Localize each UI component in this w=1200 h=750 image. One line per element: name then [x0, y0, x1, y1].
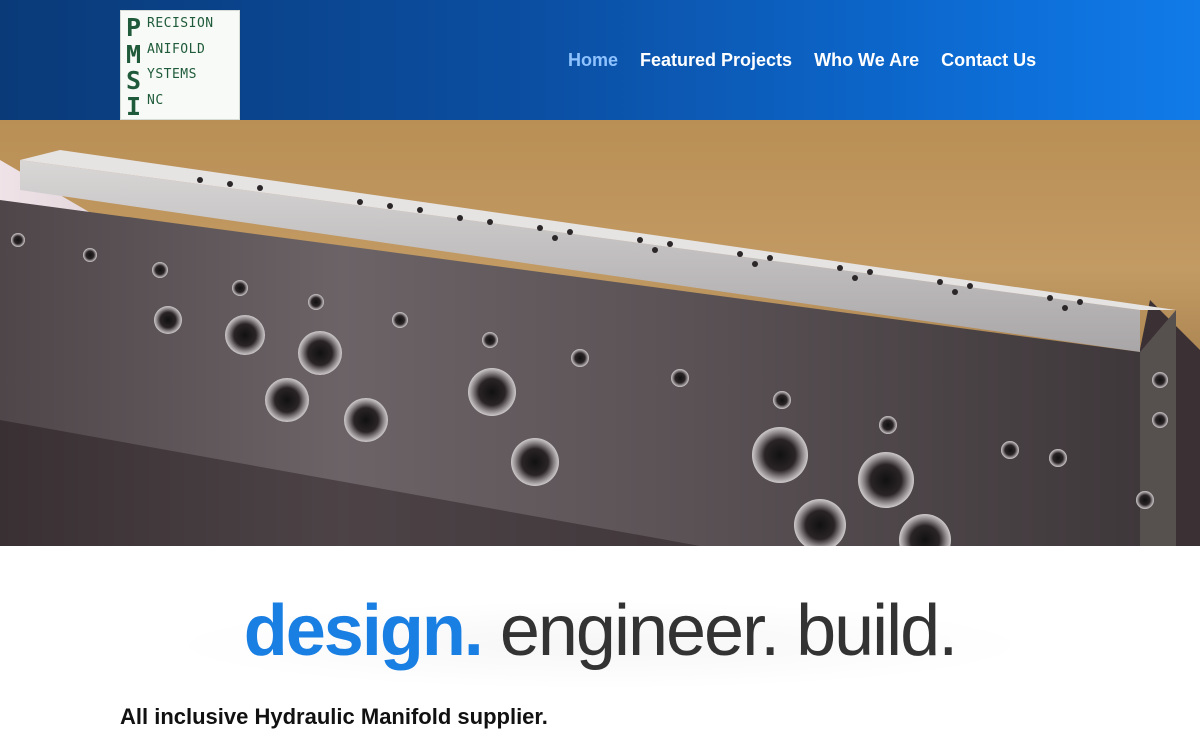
nav-contact-us-link[interactable]: Contact Us: [941, 50, 1036, 71]
logo-letter-m: M: [126, 40, 142, 69]
nav-who-we-are-link[interactable]: Who We Are: [814, 50, 919, 71]
tagline-design: design.: [243, 591, 484, 671]
tagline-heading: design. engineer. build.: [0, 590, 1200, 672]
supplier-subheading: All inclusive Hydraulic Manifold supplie…: [120, 704, 548, 729]
main-nav: Home Featured Projects Who We Are Contac…: [568, 49, 1036, 71]
manifold-block-illustration: [0, 150, 1200, 546]
logo-word-precision: RECISION: [147, 16, 214, 31]
logo-letter-i: I: [126, 92, 142, 121]
nav-home-link[interactable]: Home: [568, 50, 618, 71]
logo-letter-p: P: [126, 13, 142, 42]
logo-word-systems: YSTEMS: [147, 67, 197, 82]
tagline-engineer-build: engineer. build.: [499, 591, 958, 671]
logo-word-inc: NC: [147, 93, 164, 108]
logo-word-manifold: ANIFOLD: [147, 42, 206, 57]
nav-featured-projects-link[interactable]: Featured Projects: [640, 50, 792, 71]
site-header: P RECISION M ANIFOLD S YSTEMS I NC Home …: [0, 0, 1200, 120]
hero-image: [0, 120, 1200, 546]
pmsi-logo[interactable]: P RECISION M ANIFOLD S YSTEMS I NC: [120, 10, 240, 120]
logo-letter-s: S: [126, 66, 142, 95]
